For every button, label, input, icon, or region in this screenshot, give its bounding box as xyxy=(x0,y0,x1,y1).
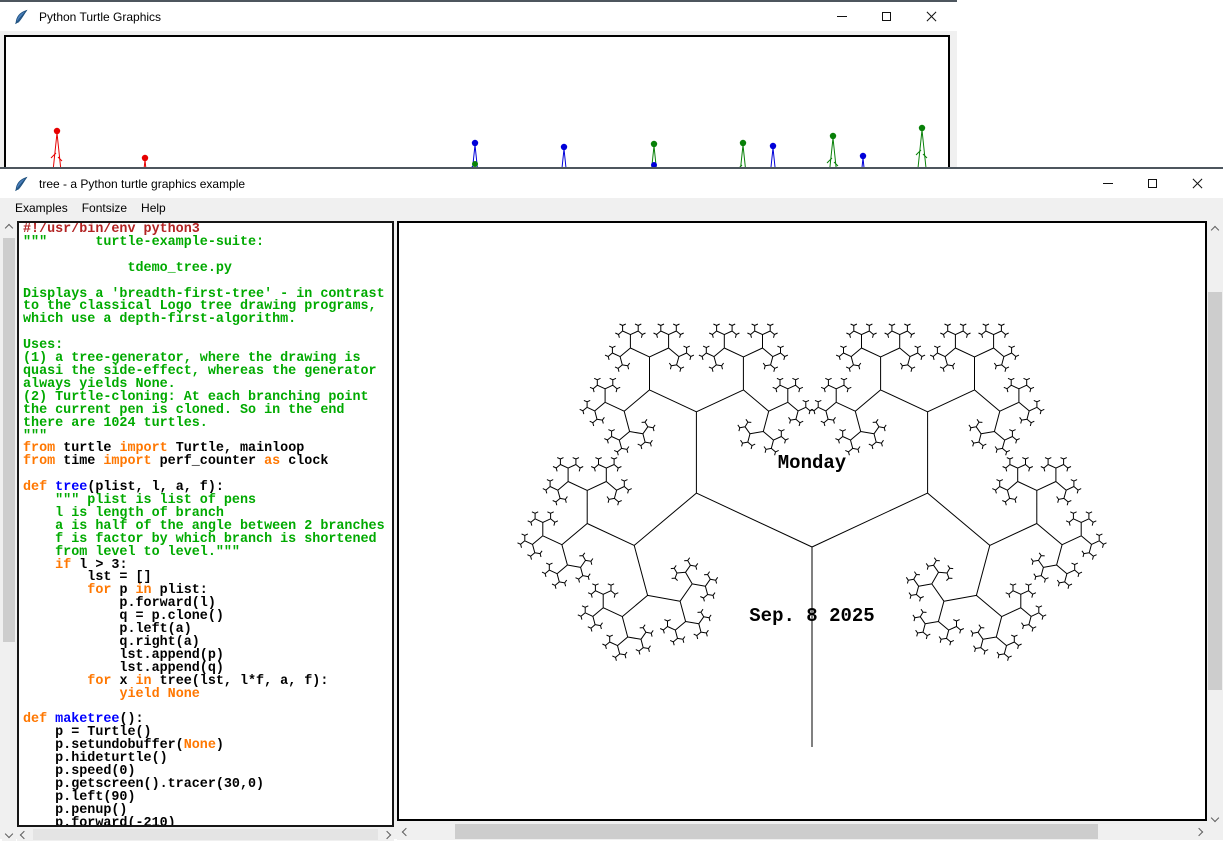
fractal-tree-branches xyxy=(518,324,1107,747)
fractal-tree-drawing: Monday Sep. 8 2025 xyxy=(399,223,1205,819)
fg-maximize-button[interactable] xyxy=(1130,169,1175,198)
turtle-sprout xyxy=(916,125,927,168)
close-icon xyxy=(926,11,937,22)
code-line: there are 1024 turtles. xyxy=(23,418,392,431)
bg-titlebar[interactable]: Python Turtle Graphics xyxy=(0,2,957,31)
canvas-label: Sep. 8 2025 xyxy=(749,605,874,627)
canvas-vertical-scrollbar[interactable] xyxy=(1207,221,1223,827)
minimize-icon xyxy=(837,16,847,17)
menu-help[interactable]: Help xyxy=(134,199,173,217)
tk-feather-icon xyxy=(13,9,29,25)
canvas-horizontal-scrollbar[interactable] xyxy=(397,823,1207,840)
turtle-graphics-canvas: Monday Sep. 8 2025 xyxy=(397,221,1207,821)
code-editor[interactable]: #!/usr/bin/env python3""" turtle-example… xyxy=(17,221,394,827)
code-vscroll-thumb[interactable] xyxy=(3,238,15,642)
fg-minimize-button[interactable] xyxy=(1085,169,1130,198)
code-horizontal-scrollbar[interactable] xyxy=(17,828,394,841)
menu-examples[interactable]: Examples xyxy=(8,199,75,217)
minimize-icon xyxy=(1103,183,1113,184)
chevron-right-icon xyxy=(383,830,391,838)
bg-turtle-canvas xyxy=(4,35,950,175)
code-line xyxy=(23,327,392,340)
menu-fontsize[interactable]: Fontsize xyxy=(75,199,134,217)
code-vertical-scrollbar[interactable] xyxy=(2,221,16,841)
canvas-hscroll-thumb[interactable] xyxy=(455,824,1098,839)
maximize-icon xyxy=(1148,179,1157,188)
chevron-right-icon xyxy=(1194,827,1202,835)
fg-window-title: tree - a Python turtle graphics example xyxy=(39,177,245,191)
code-line: from time import perf_counter as clock xyxy=(23,456,392,469)
chevron-down-icon xyxy=(1211,813,1219,821)
scroll-up-button[interactable] xyxy=(1207,221,1223,238)
canvas-vscroll-thumb[interactable] xyxy=(1208,292,1222,690)
scroll-left-button[interactable] xyxy=(17,828,31,841)
fg-close-button[interactable] xyxy=(1175,169,1220,198)
chevron-down-icon xyxy=(5,830,13,838)
scroll-right-button[interactable] xyxy=(380,828,394,841)
code-line: which use a depth-first-algorithm. xyxy=(23,314,392,327)
close-icon xyxy=(1192,178,1203,189)
menubar: Examples Fontsize Help xyxy=(0,198,1223,218)
canvas-label: Monday xyxy=(778,452,847,474)
turtle-sprout xyxy=(51,128,62,171)
bg-window-title: Python Turtle Graphics xyxy=(39,10,161,24)
bg-minimize-button[interactable] xyxy=(819,2,864,31)
code-line: """ turtle-example-suite: xyxy=(23,237,392,250)
code-hscroll-thumb[interactable] xyxy=(33,829,378,840)
maximize-icon xyxy=(882,12,891,21)
fg-window-controls xyxy=(1085,169,1220,198)
scroll-right-button[interactable] xyxy=(1190,823,1207,840)
fg-titlebar[interactable]: tree - a Python turtle graphics example xyxy=(0,169,1223,198)
code-line: p.forward(-210) xyxy=(23,818,392,827)
tk-feather-icon xyxy=(13,176,29,192)
bg-maximize-button[interactable] xyxy=(864,2,909,31)
code-area: #!/usr/bin/env python3""" turtle-example… xyxy=(23,224,392,827)
bg-window-controls xyxy=(819,2,954,31)
fg-window-tree-example: tree - a Python turtle graphics example … xyxy=(0,167,1223,839)
scroll-up-button[interactable] xyxy=(2,221,16,235)
chevron-left-icon xyxy=(401,827,409,835)
scrollbar-corner xyxy=(1207,823,1223,840)
chevron-up-icon xyxy=(1211,225,1219,233)
code-line: tdemo_tree.py xyxy=(23,263,392,276)
scroll-left-button[interactable] xyxy=(397,823,414,840)
code-line: yield None xyxy=(23,689,392,702)
chevron-up-icon xyxy=(5,224,13,232)
bg-close-button[interactable] xyxy=(909,2,954,31)
chevron-left-icon xyxy=(20,830,28,838)
bg-canvas-drawing xyxy=(6,37,950,175)
desktop: { "colors": { "comment": "#b22222", "str… xyxy=(0,0,1223,839)
